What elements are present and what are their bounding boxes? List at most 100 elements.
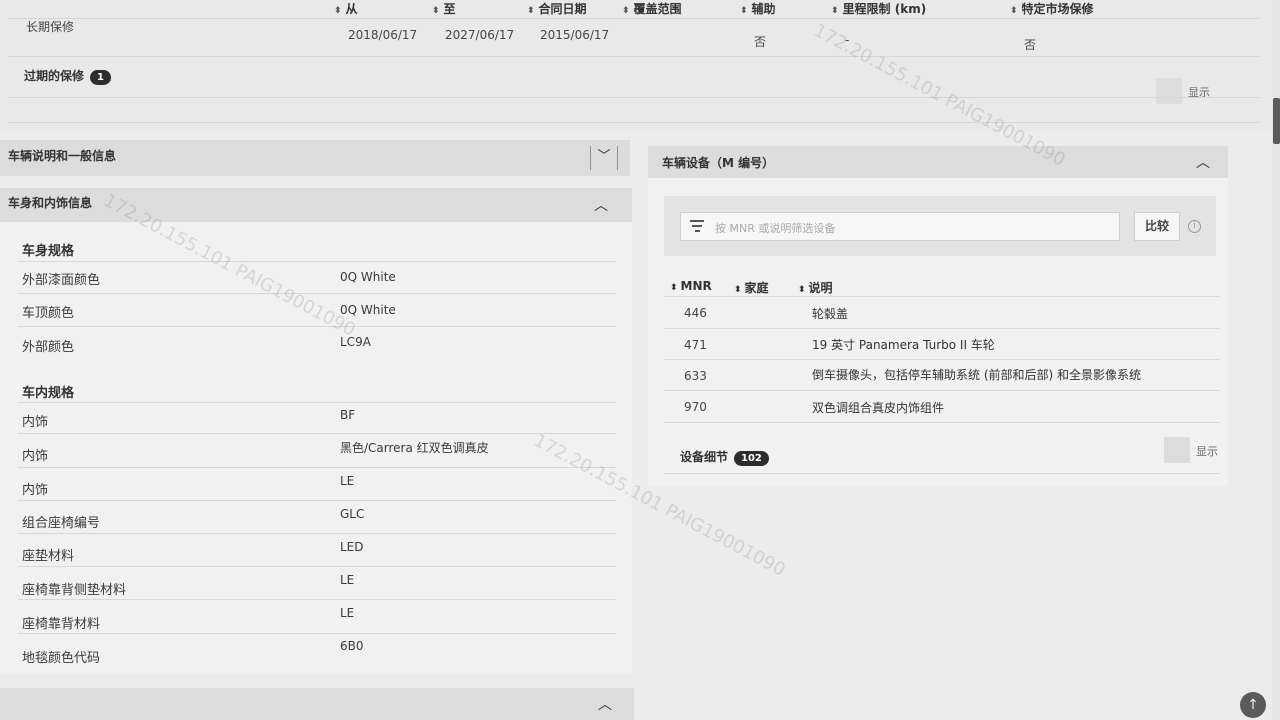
- equipment-search-input[interactable]: 按 MNR 或说明筛选设备: [680, 212, 1120, 241]
- sort-icon: ⬍: [334, 6, 342, 16]
- expired-count-badge: 1: [90, 70, 111, 85]
- divider: [8, 122, 1260, 123]
- equipment-mnr: 471: [684, 338, 707, 352]
- equipment-mnr: 633: [684, 369, 707, 383]
- divider: [8, 97, 1260, 98]
- divider: [664, 328, 1220, 329]
- interior-row-value: LED: [340, 540, 364, 554]
- equipment-description: 轮毂盖: [812, 307, 849, 321]
- expired-warranty-label: 过期的保修 1: [24, 67, 111, 85]
- equipment-description: 倒车摄像头，包括停车辅助系统 (前部和后部) 和全景影像系统: [812, 368, 1141, 382]
- divider: [18, 261, 616, 262]
- body-row-value: 0Q White: [340, 270, 396, 284]
- expired-warranty-text: 过期的保修: [24, 69, 85, 83]
- interior-row-label: 内饰: [22, 449, 49, 464]
- chevron-up-icon[interactable]: ︿: [594, 195, 608, 215]
- body-row-label: 外部漆面颜色: [22, 273, 101, 288]
- interior-row-value: 黑色/Carrera 红双色调真皮: [340, 441, 489, 455]
- warranty-contract-date: 2015/06/17: [540, 28, 610, 42]
- sort-icon: ⬍: [670, 283, 678, 293]
- col-mileage-header[interactable]: ⬍ 里程限制 (km): [831, 0, 926, 18]
- interior-row-label: 地毯颜色代码: [22, 651, 101, 666]
- divider: [8, 56, 1260, 57]
- chevron-down-icon[interactable]: ﹀: [590, 146, 618, 170]
- interior-row-value: LE: [340, 606, 355, 620]
- interior-row-value: 6B0: [340, 639, 364, 653]
- divider: [18, 433, 616, 434]
- interior-row-label: 座垫材料: [22, 549, 75, 564]
- filter-icon: [690, 220, 704, 232]
- sort-icon: ⬍: [831, 6, 839, 16]
- equipment-details-label: 设备细节 102: [680, 448, 769, 466]
- sort-icon: ⬍: [798, 285, 806, 295]
- col-description-header[interactable]: ⬍ 说明: [798, 279, 833, 296]
- equipment-title: 车辆设备（M 编号）: [662, 156, 775, 170]
- expired-show-toggle[interactable]: [1156, 78, 1182, 104]
- warranty-to: 2027/06/17: [445, 28, 515, 42]
- divider: [18, 633, 616, 634]
- scrollbar-thumb[interactable]: [1273, 98, 1280, 144]
- equipment-header[interactable]: 车辆设备（M 编号） ︿: [648, 146, 1228, 178]
- warranty-section: ⬍ 从 ⬍ 至 ⬍ 合同日期 ⬍ 覆盖范围 ⬍ 辅助 ⬍ 里程限制 (km) ⬍ 特定市场保修…: [0, 0, 1272, 132]
- divider: [18, 293, 616, 294]
- divider: [18, 500, 616, 501]
- divider: [18, 566, 616, 567]
- col-to-header[interactable]: ⬍ 至: [432, 0, 456, 18]
- equipment-show-toggle[interactable]: [1164, 437, 1190, 463]
- equipment-description: 19 英寸 Panamera Turbo II 车轮: [812, 338, 995, 352]
- interior-spec-title: 车内规格: [22, 386, 75, 401]
- chevron-up-icon[interactable]: ︿: [1196, 152, 1210, 172]
- body-interior-title: 车身和内饰信息: [8, 196, 93, 210]
- vehicle-description-panel[interactable]: 车辆说明和一般信息 ﹀: [0, 140, 630, 176]
- sort-icon: ⬍: [622, 6, 630, 16]
- interior-row-value: GLC: [340, 507, 365, 521]
- body-row-value: 0Q White: [340, 303, 396, 317]
- warranty-auxiliary: 否: [754, 35, 767, 49]
- equipment-show-label: 显示: [1196, 445, 1218, 458]
- sort-icon: ⬍: [734, 285, 742, 295]
- col-market-header[interactable]: ⬍ 特定市场保修: [1010, 0, 1094, 18]
- col-coverage-header[interactable]: ⬍ 覆盖范围: [622, 0, 682, 18]
- compare-button[interactable]: 比较: [1134, 212, 1180, 241]
- col-contract-date-header[interactable]: ⬍ 合同日期: [527, 0, 587, 18]
- body-spec-title: 车身规格: [22, 244, 75, 259]
- col-auxiliary-header[interactable]: ⬍ 辅助: [740, 0, 776, 18]
- body-interior-header[interactable]: 车身和内饰信息 ︿: [0, 188, 632, 222]
- warranty-name: 长期保修: [26, 20, 75, 34]
- scroll-to-top-icon[interactable]: ↑: [1240, 692, 1266, 718]
- equipment-mnr: 446: [684, 306, 707, 320]
- divider: [18, 467, 616, 468]
- interior-row-label: 组合座椅编号: [22, 516, 101, 531]
- interior-row-value: BF: [340, 408, 356, 422]
- divider: [664, 296, 1220, 297]
- vehicle-description-title: 车辆说明和一般信息: [8, 149, 117, 163]
- col-family-header[interactable]: ⬍ 家庭: [734, 279, 769, 296]
- divider: [664, 422, 1220, 423]
- col-mnr-header[interactable]: ⬍ MNR: [670, 279, 712, 293]
- body-row-label: 车顶颜色: [22, 306, 75, 321]
- divider: [664, 473, 1220, 474]
- warranty-market: 否: [1024, 38, 1037, 52]
- info-icon[interactable]: i: [1188, 220, 1201, 233]
- body-row-value: LC9A: [340, 335, 371, 349]
- equipment-details-text: 设备细节: [680, 450, 729, 464]
- equipment-mnr: 970: [684, 400, 707, 414]
- interior-row-value: LE: [340, 573, 355, 587]
- equipment-count-badge: 102: [734, 451, 769, 466]
- sort-icon: ⬍: [527, 6, 535, 16]
- sort-icon: ⬍: [1010, 6, 1018, 16]
- chevron-up-icon[interactable]: ︿: [598, 694, 612, 714]
- equipment-description: 双色调组合真皮内饰组件: [812, 401, 945, 415]
- col-from-header[interactable]: ⬍ 从: [334, 0, 358, 18]
- divider: [18, 533, 616, 534]
- sort-icon: ⬍: [432, 6, 440, 16]
- interior-row-label: 内饰: [22, 483, 49, 498]
- body-row-label: 外部颜色: [22, 340, 75, 355]
- warranty-from: 2018/06/17: [348, 28, 418, 42]
- divider: [18, 402, 616, 403]
- divider: [664, 390, 1220, 391]
- divider: [664, 359, 1220, 360]
- next-panel-header[interactable]: ︿: [0, 688, 634, 720]
- interior-row-label: 内饰: [22, 415, 49, 430]
- divider: [18, 599, 616, 600]
